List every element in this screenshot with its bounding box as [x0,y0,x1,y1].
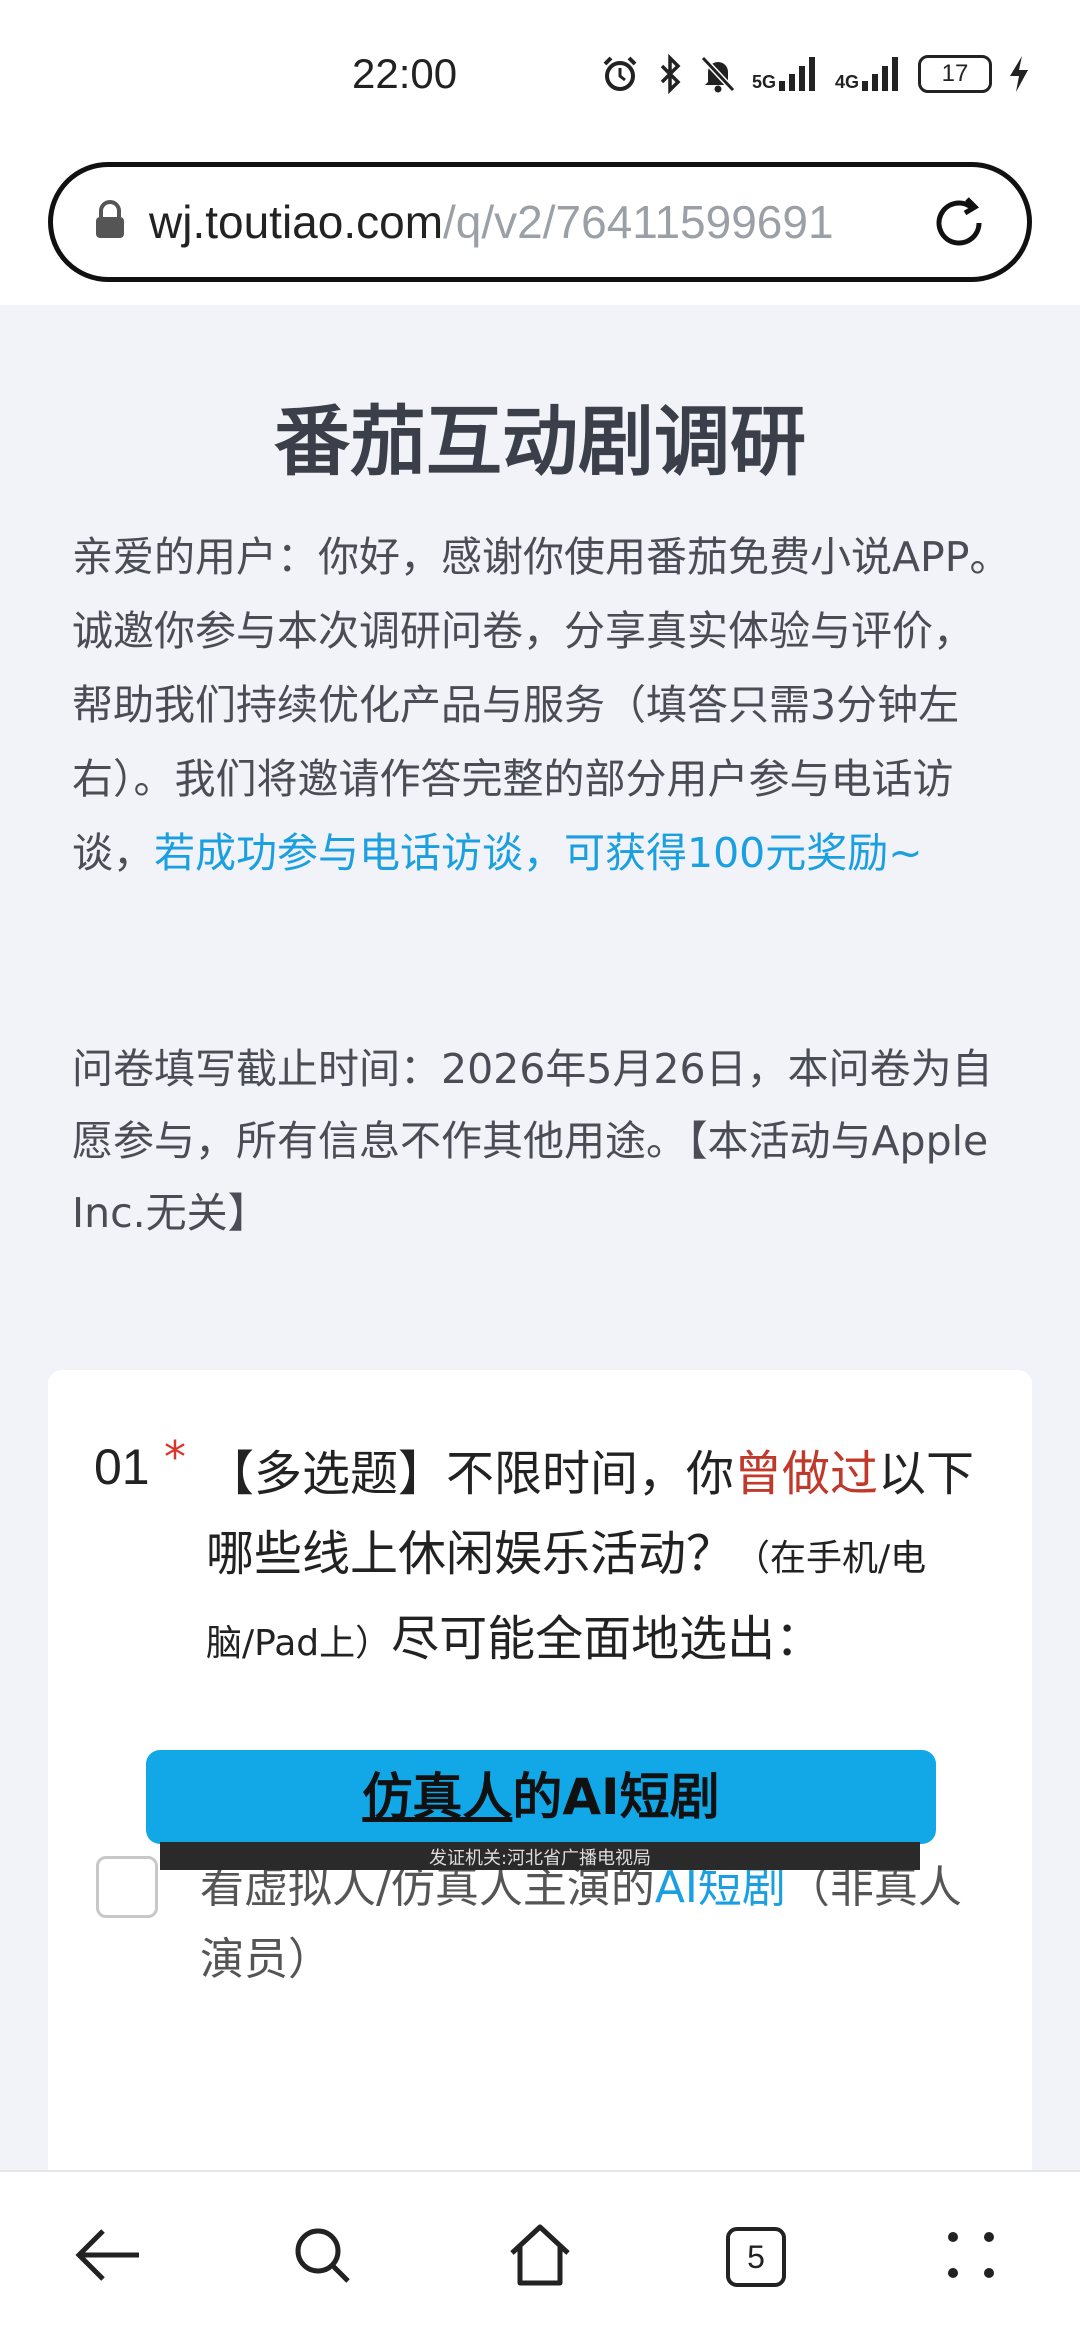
tabs-icon: 5 [711,2212,801,2302]
url-domain: wj.toutiao.com [149,196,444,248]
url-path: /q/v2/76411599691 [443,196,834,248]
question-text-part3: 尽可能全面地选出： [391,1611,824,1667]
option-image-banner: 仿真人的AI短剧 [146,1750,936,1844]
intro-reward-highlight: 若成功参与电话访谈，可获得100元奖励~ [154,829,923,877]
signal-icon: 4G [835,57,902,91]
question-number: 01 [94,1439,150,1495]
required-mark: * [164,1432,186,1483]
browser-toolbar: wj.toutiao.com/q/v2/76411599691 [0,150,1080,305]
status-time: 22:00 [352,50,458,97]
survey-intro: 亲爱的用户：你好，感谢你使用番茄免费小说APP。诚邀你参与本次调研问卷，分享真实… [72,520,1012,890]
address-bar[interactable]: wj.toutiao.com/q/v2/76411599691 [48,162,1032,282]
back-arrow-icon [73,2225,143,2289]
tab-count: 5 [747,2238,765,2275]
browser-bottom-nav: 5 [0,2170,1080,2340]
option-image-video: 发证机关:河北省广播电视局 [160,1842,920,1870]
menu-button[interactable] [926,2212,1016,2302]
charging-icon [1008,54,1030,94]
video-caption: 发证机关:河北省广播电视局 [428,1848,652,1869]
mute-icon [700,54,736,94]
question-text-part1: 【多选题】不限时间，你 [206,1446,735,1502]
bluetooth-icon [656,54,684,94]
banner-title: 仿真人的AI短剧 [146,1750,936,1844]
survey-page: 番茄互动剧调研 亲爱的用户：你好，感谢你使用番茄免费小说APP。诚邀你参与本次调… [0,305,1080,2170]
battery-indicator: 17 [918,55,992,93]
menu-dots-icon [941,2225,1001,2289]
search-button[interactable] [277,2212,367,2302]
network-label: 5G [751,72,776,92]
url-text[interactable]: wj.toutiao.com/q/v2/76411599691 [149,195,909,249]
reload-icon[interactable] [927,191,991,259]
banner-title-underlined: 仿真人 [362,1768,513,1826]
banner-title-rest: 的AI短剧 [512,1768,720,1826]
intro-text: 亲爱的用户：你好，感谢你使用番茄免费小说APP。诚邀你参与本次调研问卷，分享真实… [72,533,1011,877]
network-label: 4G [834,72,859,92]
option-checkbox[interactable] [96,1856,158,1918]
back-button[interactable] [63,2212,153,2302]
alarm-icon [600,54,640,94]
survey-title: 番茄互动剧调研 [274,397,806,486]
option-label[interactable]: 看虚拟人/仿真人主演的AI短剧（非真人演员） [200,1852,980,1996]
question-text-emphasis: 曾做过 [734,1446,879,1502]
status-bar: 22:00 5G 4G 17 [0,0,1080,150]
home-button[interactable] [495,2212,585,2302]
survey-deadline: 问卷填写截止时间：2026年5月26日，本问卷为自愿参与，所有信息不作其他用途。… [72,1045,993,1237]
lock-icon [93,200,127,244]
search-icon [290,2223,354,2291]
signal-icon: 5G [752,57,819,91]
status-icons: 5G 4G 17 [600,54,1030,94]
home-icon [506,2221,574,2293]
tabs-button[interactable]: 5 [711,2212,801,2302]
question-text: 【多选题】不限时间，你曾做过以下哪些线上休闲娱乐活动？（在手机/电脑/Pad上）… [206,1434,996,1684]
